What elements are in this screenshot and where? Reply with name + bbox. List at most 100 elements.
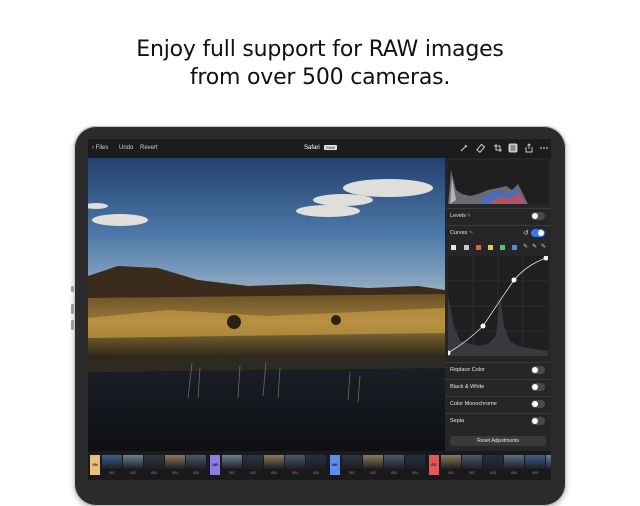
filmstrip-thumbnail[interactable] — [363, 455, 383, 469]
channel-yellow-swatch[interactable] — [488, 245, 493, 250]
raw-badge: RAW — [324, 145, 338, 150]
undo-button[interactable]: Undo — [119, 145, 133, 151]
filmstrip-thumbnail-number: 002 — [370, 471, 376, 475]
levels-edit-icon[interactable]: ✎ — [467, 213, 471, 219]
eraser-icon[interactable] — [476, 143, 486, 153]
filmstrip-thumbnail-number: 004 — [412, 471, 418, 475]
sepia-toggle[interactable] — [531, 417, 545, 425]
filmstrip-thumbnail[interactable] — [102, 455, 122, 469]
filmstrip-thumbnail-number: 004 — [292, 471, 298, 475]
channel-rgb-swatch[interactable] — [451, 245, 456, 250]
filmstrip-group-tag[interactable]: UR — [210, 455, 220, 475]
filmstrip: VN 001 002 003 004 005 UR 001 002 003 004 005 NK 001 0… — [88, 451, 551, 480]
filmstrip-thumbnail[interactable] — [306, 455, 326, 469]
replace-color-toggle[interactable] — [531, 366, 545, 374]
filmstrip-group-tag[interactable]: NK — [330, 455, 340, 475]
filmstrip-thumbnail[interactable] — [525, 455, 545, 469]
filmstrip-thumbnail-number: 003 — [151, 471, 157, 475]
headline-line-1: Enjoy full support for RAW images — [136, 37, 504, 62]
color-monochrome-toggle[interactable] — [531, 400, 545, 408]
revert-button[interactable]: Revert — [140, 145, 158, 151]
filmstrip-thumbnail[interactable] — [342, 455, 362, 469]
curves-edit-icon[interactable]: ✎ — [469, 230, 473, 236]
curve-point[interactable] — [511, 277, 517, 283]
adjust-icon[interactable] — [508, 143, 518, 153]
back-button-label: Files — [95, 145, 109, 151]
filmstrip-thumbnail-number: 001 — [109, 471, 115, 475]
top-toolbar: ‹ Files Undo Revert Safari RAW — [88, 139, 551, 158]
filmstrip-thumbnail-number: 002 — [469, 471, 475, 475]
levels-row[interactable]: Levels ✎ — [445, 208, 551, 226]
brush-icon[interactable] — [459, 143, 469, 153]
curves-reset-icon[interactable]: ↺ — [523, 229, 529, 237]
filmstrip-thumbnail-number: 003 — [271, 471, 277, 475]
filmstrip-thumbnail[interactable] — [144, 455, 164, 469]
filmstrip-thumbnail-number: 004 — [172, 471, 178, 475]
filmstrip-thumbnail-number: 003 — [490, 471, 496, 475]
landscape-photo[interactable] — [88, 158, 445, 451]
filmstrip-thumbnail-number: 002 — [250, 471, 256, 475]
eyedropper-white-icon[interactable]: ✎ — [541, 243, 546, 250]
curve-point[interactable] — [480, 323, 486, 329]
reset-adjustments-button[interactable]: Reset Adjustments — [450, 436, 546, 446]
device-button — [71, 304, 74, 314]
sepia-row[interactable]: Sepia — [445, 413, 551, 431]
black-white-toggle[interactable] — [531, 383, 545, 391]
filmstrip-thumbnail[interactable] — [264, 455, 284, 469]
back-button[interactable]: ‹ Files — [92, 145, 108, 151]
black-white-label: Black & White — [450, 384, 485, 390]
filmstrip-thumbnail-number: 001 — [349, 471, 355, 475]
curves-label: Curves — [450, 230, 468, 236]
curves-editor[interactable] — [448, 256, 548, 356]
eyedropper-gray-icon[interactable]: ✎ — [532, 243, 537, 250]
filmstrip-thumbnail[interactable] — [384, 455, 404, 469]
filmstrip-thumbnail[interactable] — [123, 455, 143, 469]
filmstrip-group-tag[interactable]: FC — [429, 455, 439, 475]
filmstrip-thumbnail[interactable] — [504, 455, 524, 469]
filmstrip-thumbnail[interactable] — [222, 455, 242, 469]
filmstrip-thumbnail[interactable] — [441, 455, 461, 469]
levels-toggle[interactable] — [531, 212, 545, 220]
device-button — [71, 286, 74, 292]
crop-icon[interactable] — [493, 143, 503, 153]
channel-blue-swatch[interactable] — [512, 245, 517, 250]
channel-luminance-swatch[interactable] — [464, 245, 469, 250]
app-screen: ‹ Files Undo Revert Safari RAW Levels ✎ … — [88, 139, 551, 480]
curves-toggle[interactable] — [531, 229, 545, 237]
more-icon[interactable] — [539, 143, 549, 153]
filmstrip-thumbnail[interactable] — [186, 455, 206, 469]
filmstrip-thumbnail[interactable] — [285, 455, 305, 469]
filmstrip-thumbnail-number: 001 — [229, 471, 235, 475]
filmstrip-thumbnail[interactable] — [165, 455, 185, 469]
replace-color-label: Replace Color — [450, 367, 485, 373]
filmstrip-thumbnail-number: 005 — [193, 471, 199, 475]
curves-row[interactable]: Curves ✎ ↺ — [445, 225, 551, 243]
filmstrip-thumbnail-number: 002 — [130, 471, 136, 475]
headline-line-2: from over 500 cameras. — [189, 65, 451, 90]
filmstrip-thumbnail[interactable] — [546, 455, 551, 469]
color-monochrome-label: Color Monochrome — [450, 401, 497, 407]
black-white-row[interactable]: Black & White — [445, 379, 551, 397]
filmstrip-thumbnail-number: 005 — [313, 471, 319, 475]
filmstrip-thumbnail-number: 001 — [448, 471, 454, 475]
eyedropper-black-icon[interactable]: ✎ — [523, 243, 528, 250]
chevron-left-icon: ‹ — [92, 145, 94, 151]
device-button — [71, 320, 74, 330]
channel-green-swatch[interactable] — [500, 245, 505, 250]
share-icon[interactable] — [524, 143, 534, 153]
adjustments-panel: Levels ✎ Curves ✎ ↺ ✎ ✎ ✎ Replace Color … — [445, 158, 551, 451]
filmstrip-thumbnail[interactable] — [483, 455, 503, 469]
filmstrip-thumbnail[interactable] — [462, 455, 482, 469]
color-monochrome-row[interactable]: Color Monochrome — [445, 396, 551, 414]
headline: Enjoy full support for RAW images from o… — [0, 36, 640, 92]
replace-color-row[interactable]: Replace Color — [445, 362, 551, 380]
filmstrip-group-tag[interactable]: VN — [90, 455, 100, 475]
filmstrip-thumbnail-number: 005 — [532, 471, 538, 475]
filmstrip-thumbnail-number: 006 — [546, 471, 551, 475]
channel-red-swatch[interactable] — [476, 245, 481, 250]
histogram — [448, 160, 548, 204]
filmstrip-thumbnail-number: 004 — [511, 471, 517, 475]
document-title: Safari — [304, 145, 320, 151]
filmstrip-thumbnail[interactable] — [405, 455, 425, 469]
filmstrip-thumbnail[interactable] — [243, 455, 263, 469]
